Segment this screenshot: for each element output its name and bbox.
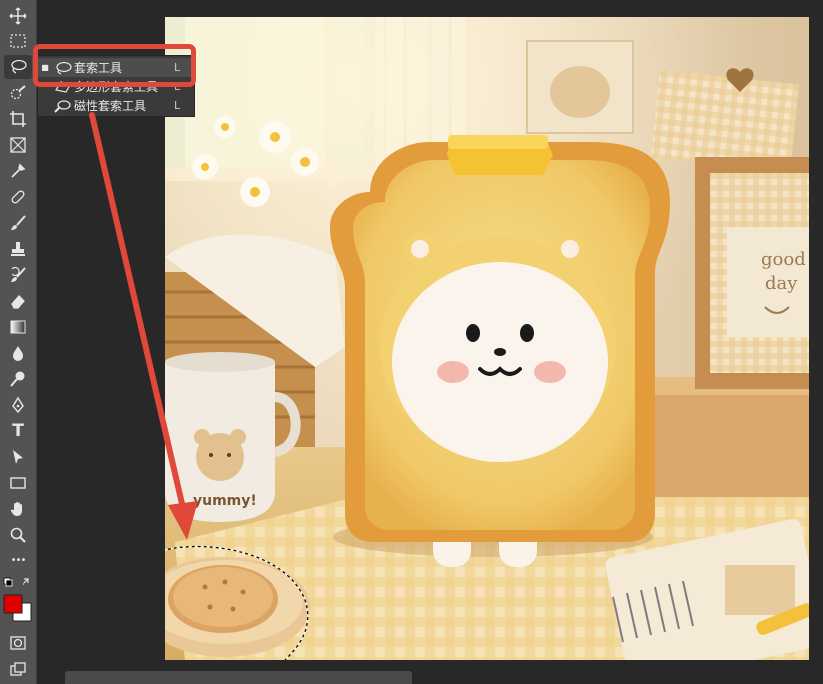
foreground-color-swatch[interactable] bbox=[3, 594, 23, 614]
history-brush-icon bbox=[11, 266, 26, 282]
eraser-tool-button[interactable] bbox=[4, 289, 32, 313]
healing-brush-tool-button[interactable] bbox=[4, 185, 32, 209]
photo-image: good day yummy! bbox=[165, 17, 809, 660]
frame-tool-button[interactable] bbox=[4, 133, 32, 157]
crop-icon bbox=[10, 111, 26, 127]
rectangle-icon bbox=[10, 477, 26, 489]
rect-marquee-icon bbox=[10, 34, 26, 48]
annotation-highlight-box bbox=[33, 44, 196, 87]
flyout-item-magnetic-lasso[interactable]: 磁性套索工具 L bbox=[38, 96, 194, 115]
lasso-icon bbox=[11, 59, 27, 74]
default-colors-icon[interactable] bbox=[3, 577, 13, 587]
screen-mode-button[interactable] bbox=[4, 657, 32, 681]
brush-tool-button[interactable] bbox=[4, 211, 32, 235]
eyedropper-icon bbox=[11, 163, 26, 178]
mug-text: yummy! bbox=[193, 493, 257, 509]
zoom-tool-button[interactable] bbox=[4, 523, 32, 547]
flyout-item-label: 磁性套索工具 bbox=[74, 99, 147, 113]
more-tools-button[interactable]: ••• bbox=[4, 549, 32, 573]
hand-tool-button[interactable] bbox=[4, 497, 32, 521]
type-tool-button[interactable]: T bbox=[4, 419, 32, 443]
bandage-icon bbox=[11, 190, 25, 204]
crop-tool-button[interactable] bbox=[4, 107, 32, 131]
contextual-task-bar[interactable] bbox=[65, 671, 412, 684]
eraser-icon bbox=[11, 295, 25, 309]
quick-mask-button[interactable] bbox=[4, 631, 32, 655]
arrow-icon bbox=[13, 450, 23, 464]
blur-tool-button[interactable] bbox=[4, 341, 32, 365]
lasso-tool-button[interactable] bbox=[4, 55, 32, 79]
path-selection-tool-button[interactable] bbox=[4, 445, 32, 469]
history-brush-tool-button[interactable] bbox=[4, 263, 32, 287]
zoom-icon bbox=[10, 527, 26, 543]
card-text-day: day bbox=[765, 273, 798, 294]
quick-select-icon bbox=[10, 85, 26, 100]
drop-icon bbox=[13, 346, 23, 361]
hand-icon bbox=[10, 502, 22, 516]
type-icon: T bbox=[12, 420, 24, 441]
gradient-icon bbox=[10, 320, 26, 334]
marquee-tool-button[interactable] bbox=[4, 29, 32, 53]
document-canvas[interactable]: good day yummy! bbox=[165, 17, 809, 660]
color-swatches bbox=[3, 576, 35, 626]
pen-tool-button[interactable] bbox=[4, 393, 32, 417]
magnetic-lasso-icon bbox=[54, 99, 71, 113]
card-text-good: good bbox=[761, 249, 806, 270]
clone-stamp-tool-button[interactable] bbox=[4, 237, 32, 261]
dodge-icon bbox=[10, 371, 25, 387]
eyedropper-tool-button[interactable] bbox=[4, 159, 32, 183]
gradient-tool-button[interactable] bbox=[4, 315, 32, 339]
frame-icon bbox=[10, 137, 26, 153]
move-icon bbox=[9, 7, 27, 25]
quick-mask-icon bbox=[10, 636, 26, 650]
pen-icon bbox=[12, 396, 24, 414]
quick-selection-tool-button[interactable] bbox=[4, 81, 32, 105]
dodge-tool-button[interactable] bbox=[4, 367, 32, 391]
tools-panel: T ••• bbox=[0, 0, 37, 684]
brush-icon bbox=[11, 215, 26, 230]
toast-plush bbox=[330, 135, 670, 567]
screen-mode-icon bbox=[10, 662, 26, 676]
rectangle-tool-button[interactable] bbox=[4, 471, 32, 495]
ellipsis-icon: ••• bbox=[10, 555, 27, 566]
move-tool-button[interactable] bbox=[4, 4, 32, 28]
swap-colors-icon[interactable] bbox=[23, 578, 29, 585]
stamp-icon bbox=[11, 242, 25, 256]
flyout-item-shortcut: L bbox=[174, 99, 181, 112]
